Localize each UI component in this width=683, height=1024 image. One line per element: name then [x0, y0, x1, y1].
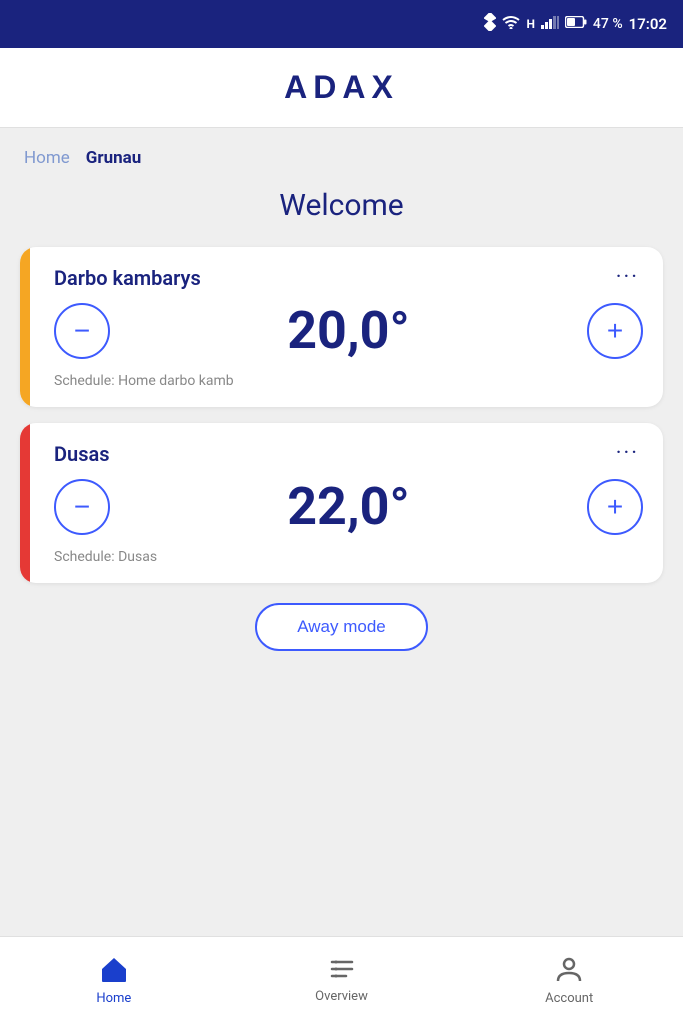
account-icon	[556, 955, 582, 987]
card-controls-dusas: − 22,0° +	[54, 476, 643, 537]
card-indicator-red	[20, 423, 30, 583]
h-signal-icon: H	[526, 17, 534, 31]
app-header: ADAX	[0, 48, 683, 128]
device-card-darbo: Darbo kambarys ··· − 20,0° + Schedule: H…	[20, 247, 663, 407]
time-display: 17:02	[629, 15, 667, 33]
device-name-dusas: Dusas	[54, 442, 110, 466]
card-content-dusas: Dusas ··· − 22,0° + Schedule: Dusas	[54, 441, 643, 565]
nav-label-account: Account	[545, 991, 593, 1006]
increase-temp-darbo[interactable]: +	[587, 303, 643, 359]
schedule-darbo: Schedule: Home darbo kamb	[54, 373, 643, 389]
decrease-temp-dusas[interactable]: −	[54, 479, 110, 535]
status-bar: H 47 % 17:02	[0, 0, 683, 48]
temperature-dusas: 22,0°	[287, 476, 410, 537]
card-content-darbo: Darbo kambarys ··· − 20,0° + Schedule: H…	[54, 265, 643, 389]
decrease-temp-darbo[interactable]: −	[54, 303, 110, 359]
status-icons: H 47 % 17:02	[484, 13, 667, 35]
device-card-dusas: Dusas ··· − 22,0° + Schedule: Dusas	[20, 423, 663, 583]
schedule-dusas: Schedule: Dusas	[54, 549, 643, 565]
signal-bars-icon	[541, 15, 559, 33]
card-indicator-yellow	[20, 247, 30, 407]
device-menu-dusas[interactable]: ···	[612, 441, 643, 466]
device-menu-darbo[interactable]: ···	[612, 265, 643, 290]
bluetooth-icon	[484, 13, 496, 35]
nav-label-overview: Overview	[315, 989, 368, 1004]
card-controls-darbo: − 20,0° +	[54, 300, 643, 361]
battery-percent: 47 %	[593, 16, 623, 32]
card-header-darbo: Darbo kambarys ···	[54, 265, 643, 290]
nav-item-home[interactable]: Home	[0, 937, 228, 1024]
away-mode-button[interactable]: Away mode	[255, 603, 428, 651]
nav-label-home: Home	[96, 991, 131, 1006]
overview-icon	[328, 957, 356, 985]
nav-item-overview[interactable]: Overview	[228, 937, 456, 1024]
bottom-nav: Home Overview Account	[0, 936, 683, 1024]
away-mode-section: Away mode	[20, 603, 663, 651]
wifi-icon	[502, 15, 520, 33]
home-icon	[99, 955, 129, 987]
device-name-darbo: Darbo kambarys	[54, 266, 201, 290]
card-header-dusas: Dusas ···	[54, 441, 643, 466]
increase-temp-dusas[interactable]: +	[587, 479, 643, 535]
battery-icon	[565, 16, 587, 32]
temperature-darbo: 20,0°	[287, 300, 410, 361]
app-logo: ADAX	[284, 69, 399, 106]
breadcrumb: Home Grunau	[20, 128, 663, 178]
main-content: Home Grunau Welcome Darbo kambarys ··· −…	[0, 128, 683, 936]
welcome-title: Welcome	[20, 188, 663, 223]
nav-item-account[interactable]: Account	[455, 937, 683, 1024]
breadcrumb-home[interactable]: Home	[24, 148, 70, 168]
breadcrumb-current[interactable]: Grunau	[86, 148, 141, 168]
